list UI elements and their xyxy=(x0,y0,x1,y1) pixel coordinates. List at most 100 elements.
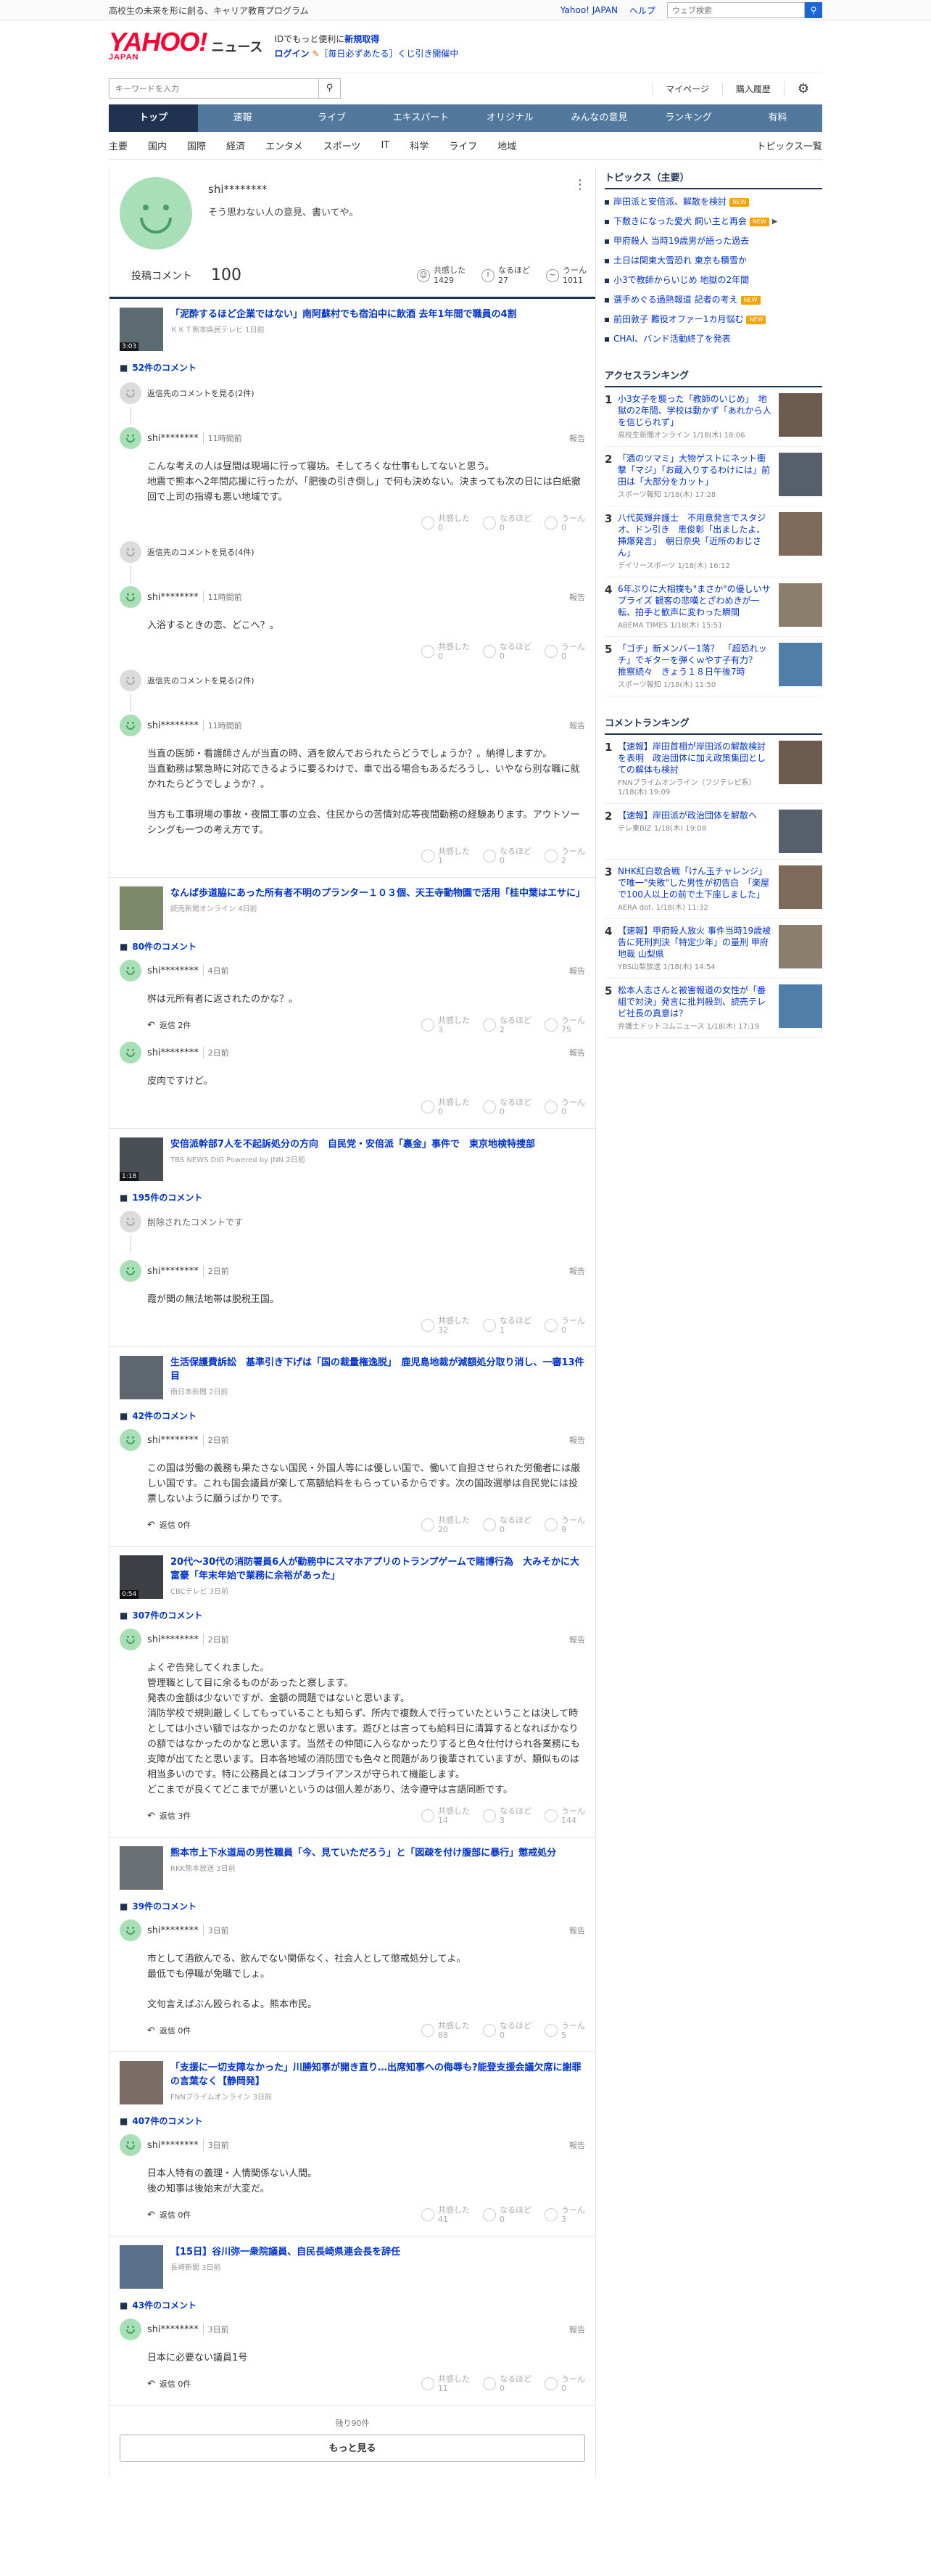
comment-count[interactable]: 80件のコメント xyxy=(132,940,196,952)
search-icon[interactable]: ⚲ xyxy=(318,79,340,98)
hmm-button[interactable]: うーん 0 xyxy=(545,2374,585,2393)
report-link[interactable]: 報告 xyxy=(569,1634,585,1645)
comment-count[interactable]: 307件のコメント xyxy=(132,1609,202,1621)
subnav-item-2[interactable]: 国際 xyxy=(187,139,206,152)
comment-author[interactable]: shi******** xyxy=(147,433,199,444)
comment-count-link[interactable]: ■ 43件のコメント xyxy=(120,2299,585,2311)
ranking-thumbnail[interactable] xyxy=(779,643,822,686)
ranking-thumbnail[interactable] xyxy=(779,865,822,909)
hmm-button[interactable]: うーん 0 xyxy=(545,642,585,661)
nav-tab-0[interactable]: トップ xyxy=(109,104,198,132)
ranking-item[interactable]: 5 「ゴチ」新メンバー1落？ 「超恐れッチ」でギターを弾くｗやす子有力？ 推察続々… xyxy=(605,637,822,696)
topic-title[interactable]: CHAI、バンド活動終了を発表 xyxy=(613,329,731,349)
article-thumbnail[interactable]: 1:18 xyxy=(120,1137,163,1181)
subnav-item-9[interactable]: 地域 xyxy=(497,139,516,152)
ranking-item[interactable]: 1 【速報】岸田首相が岸田派の解散検討を表明 政治団体に加え政策集団としての解体も… xyxy=(605,735,822,804)
article-title[interactable]: 「支援に一切支障なかった」川勝知事が開き直り…出席知事への侮辱も?能登支援会議欠… xyxy=(170,2061,585,2089)
ranking-title[interactable]: 【速報】岸田派が政治団体を解散へ xyxy=(618,810,773,821)
article-title[interactable]: 安倍派幹部7人を不起訴処分の方向 自民党・安倍派「裏金」事件で 東京地検特捜部 xyxy=(170,1137,535,1151)
subnav-item-6[interactable]: IT xyxy=(381,140,389,151)
report-link[interactable]: 報告 xyxy=(569,1925,585,1936)
comment-count[interactable]: 39件のコメント xyxy=(132,1900,196,1912)
naruhodo-button[interactable]: なるほど 0 xyxy=(483,1515,531,1534)
promo-link[interactable]: 高校生の未来を形に創る、キャリア教育プログラム xyxy=(109,4,549,17)
report-link[interactable]: 報告 xyxy=(569,1434,585,1446)
help-link[interactable]: ヘルプ xyxy=(629,4,655,17)
article-thumbnail[interactable] xyxy=(120,1356,163,1399)
article-thumbnail[interactable]: 3:03 xyxy=(120,308,163,351)
subnav-item-4[interactable]: エンタメ xyxy=(265,139,303,152)
topics-list-link[interactable]: トピックス一覧 xyxy=(756,139,822,152)
comment-count-link[interactable]: ■ 407件のコメント xyxy=(120,2115,585,2127)
naruhodo-button[interactable]: なるほど 0 xyxy=(483,2374,531,2393)
hmm-button[interactable]: うーん 144 xyxy=(545,1806,585,1825)
ranking-title[interactable]: 【速報】岸田首相が岸田派の解散検討を表明 政治団体に加え政策集団としての解体も検… xyxy=(618,741,773,775)
article-title[interactable]: なんば歩道脇にあった所有者不明のプランター１０３個、天王寺動物園で活用「桂中葉は… xyxy=(170,886,585,900)
ranking-title[interactable]: 松本人志さんと被害報道の女性が「番組で対決」発言に批判殺到、読売テレビ社長の真意… xyxy=(618,984,773,1019)
parent-comment-text[interactable]: 返信先のコメントを見る(2件) xyxy=(147,675,255,686)
subnav-item-5[interactable]: スポーツ xyxy=(323,139,361,152)
parent-comment-link[interactable]: 返信先のコメントを見る(4件) xyxy=(120,541,585,563)
comment-count-link[interactable]: ■ 52件のコメント xyxy=(120,361,585,374)
article-link[interactable]: 【15日】谷川弥一衆院議員、自民長崎県連会長を辞任 長崎新聞 3日前 xyxy=(120,2245,585,2289)
article-title[interactable]: 【15日】谷川弥一衆院議員、自民長崎県連会長を辞任 xyxy=(170,2245,400,2259)
nav-tab-7[interactable]: 有料 xyxy=(733,104,822,132)
article-thumbnail[interactable] xyxy=(120,886,163,930)
comment-count[interactable]: 42件のコメント xyxy=(132,1410,196,1422)
ranking-item[interactable]: 2 【速報】岸田派が政治団体を解散へ テレ東BIZ 1/18(木) 19:08 xyxy=(605,804,822,860)
hmm-button[interactable]: うーん 5 xyxy=(545,2021,585,2040)
comment-count-link[interactable]: ■ 307件のコメント xyxy=(120,1609,585,1621)
subnav-item-3[interactable]: 経済 xyxy=(226,139,245,152)
naruhodo-button[interactable]: なるほど 0 xyxy=(483,642,531,661)
ranking-item[interactable]: 5 松本人志さんと被害報道の女性が「番組で対決」発言に批判殺到、読売テレビ社長の真… xyxy=(605,979,822,1038)
ranking-title[interactable]: 【速報】甲府殺人放火 事件当時19歳被告に死刑判決「特定少年」の量刑 甲府地裁 … xyxy=(618,925,773,960)
empathy-button[interactable]: 共感した 41 xyxy=(421,2205,470,2224)
naruhodo-button[interactable]: なるほど 0 xyxy=(483,1098,531,1116)
ranking-thumbnail[interactable] xyxy=(779,925,822,968)
report-link[interactable]: 報告 xyxy=(569,1047,585,1058)
empathy-button[interactable]: 共感した 0 xyxy=(421,514,470,532)
reply-button[interactable]: ↶ 返信 0件 xyxy=(147,2025,191,2036)
nav-tab-3[interactable]: エキスパート xyxy=(376,104,466,132)
hmm-button[interactable]: うーん 0 xyxy=(545,514,585,532)
ranking-thumbnail[interactable] xyxy=(779,810,822,853)
web-search-input[interactable] xyxy=(667,2,805,18)
register-link[interactable]: 新規取得 xyxy=(344,34,379,44)
topic-item[interactable]: 選手めぐる過熱報道 記者の考え NEW xyxy=(605,290,822,310)
article-thumbnail[interactable] xyxy=(120,1846,163,1890)
topic-item[interactable]: 下敷きになった愛犬 飼い主と再会 NEW ▶ xyxy=(605,212,822,231)
gear-icon[interactable]: ⚙ xyxy=(783,81,822,96)
ranking-title[interactable]: 「ゴチ」新メンバー1落？ 「超恐れッチ」でギターを弾くｗやす子有力？ 推察続々 … xyxy=(618,643,773,678)
ranking-title[interactable]: 「酒のツマミ」大物ゲストにネット衝撃「マジ」「お蔵入りするわけには」前田は「大部… xyxy=(618,453,773,487)
ranking-title[interactable]: 6年ぶりに大相撲も"まさか"の優しいサプライズ 観客の悲嘆とざわめきが一転、拍手… xyxy=(618,583,773,618)
article-link[interactable]: 「支援に一切支障なかった」川勝知事が開き直り…出席知事への侮辱も?能登支援会議欠… xyxy=(120,2061,585,2104)
report-link[interactable]: 報告 xyxy=(569,1265,585,1277)
topic-title[interactable]: 小3で教師からいじめ 地獄の2年間 xyxy=(613,271,749,290)
login-link[interactable]: ログイン xyxy=(274,49,309,59)
comment-count-link[interactable]: ■ 39件のコメント xyxy=(120,1900,585,1912)
empathy-button[interactable]: 共感した 0 xyxy=(421,642,470,661)
topic-item[interactable]: 土日は関東大雪恐れ 東京も積雪か xyxy=(605,251,822,271)
parent-comment-link[interactable]: 返信先のコメントを見る(2件) xyxy=(120,382,585,404)
reply-count[interactable]: 返信 3件 xyxy=(160,1810,191,1822)
reply-button[interactable]: ↶ 返信 0件 xyxy=(147,2378,191,2390)
reply-button[interactable]: ↶ 返信 3件 xyxy=(147,1810,191,1822)
parent-comment-link[interactable]: 返信先のコメントを見る(2件) xyxy=(120,670,585,691)
ranking-item[interactable]: 3 NHK紅白歌合戦「けん玉チャレンジ」で唯一"失敗"した男性が初告白 「楽屋で1… xyxy=(605,860,822,919)
report-link[interactable]: 報告 xyxy=(569,2139,585,2151)
article-thumbnail[interactable]: 0:54 xyxy=(120,1555,163,1599)
topic-title[interactable]: 下敷きになった愛犬 飼い主と再会 xyxy=(613,212,747,231)
comment-author[interactable]: shi******** xyxy=(147,2324,199,2335)
topic-title[interactable]: 甲府殺人 当時19歳男が語った過去 xyxy=(613,231,749,251)
reply-count[interactable]: 返信 0件 xyxy=(160,2209,191,2221)
article-link[interactable]: 生活保護費訴訟 基準引き下げは「国の裁量権逸脱」 鹿児島地裁が減額処分取り消し、… xyxy=(120,1356,585,1399)
topic-item[interactable]: 甲府殺人 当時19歳男が語った過去 xyxy=(605,231,822,251)
topic-item[interactable]: 小3で教師からいじめ 地獄の2年間 xyxy=(605,271,822,290)
reply-count[interactable]: 返信 2件 xyxy=(160,1019,191,1031)
comment-count-link[interactable]: ■ 195件のコメント xyxy=(120,1191,585,1203)
ranking-item[interactable]: 4 6年ぶりに大相撲も"まさか"の優しいサプライズ 観客の悲嘆とざわめきが一転、拍… xyxy=(605,577,822,637)
ranking-thumbnail[interactable] xyxy=(779,984,822,1028)
comment-author[interactable]: shi******** xyxy=(147,1435,199,1446)
naruhodo-button[interactable]: なるほど 0 xyxy=(483,2205,531,2224)
comment-count-link[interactable]: ■ 42件のコメント xyxy=(120,1410,585,1422)
